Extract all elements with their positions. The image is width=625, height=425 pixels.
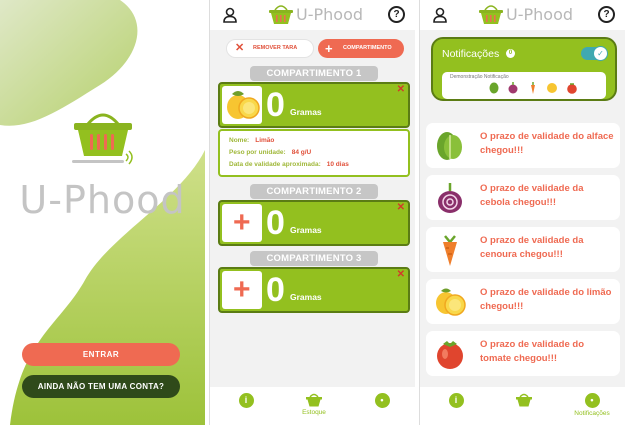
lettuce-icon[interactable]	[488, 81, 500, 94]
info-icon: i	[238, 393, 254, 408]
detail-name: Nome: Limão	[229, 137, 275, 144]
app-title: U-Phood	[19, 178, 186, 222]
signup-button[interactable]: AINDA NÃO TEM UMA CONTA?	[22, 375, 180, 398]
lemon-icon	[227, 91, 260, 119]
detail-weight: Peso por unidade: 84 g/U	[229, 149, 312, 156]
login-button[interactable]: ENTRAR	[22, 343, 180, 366]
lemon-icon[interactable]	[546, 81, 558, 93]
remove-tare-label: REMOVER TARA	[253, 45, 298, 51]
nav-notifications[interactable]: • Notificações	[562, 393, 622, 417]
tomato-icon	[437, 341, 463, 369]
info-icon: i	[448, 393, 464, 408]
lettuce-icon	[437, 132, 462, 160]
compartment-card[interactable]: + 0 Gramas ✕	[218, 267, 410, 313]
demo-label: Demonstração Notificação	[450, 74, 509, 80]
compartment-image	[222, 86, 262, 124]
notification-count-badge: 0	[506, 49, 515, 58]
alert-text: O prazo de validade da cebola chegou!!!	[480, 183, 584, 208]
carrot-icon	[443, 235, 457, 266]
plus-icon: +	[325, 41, 333, 56]
app-header: U-Phood ?	[420, 0, 625, 30]
expiry-alert[interactable]: O prazo de validade do tomate chegou!!!	[426, 331, 620, 376]
nav-info[interactable]: i	[216, 393, 276, 408]
help-icon[interactable]: ?	[388, 6, 405, 23]
nav-info[interactable]: i	[426, 393, 486, 408]
close-icon: ✕	[235, 42, 245, 54]
detail-expiry: Data de validade aproximada: 10 dias	[229, 161, 349, 168]
basket-logo-icon	[269, 5, 293, 24]
lemon-icon	[436, 288, 466, 316]
nav-notifications[interactable]: •	[352, 393, 412, 408]
onion-icon	[438, 183, 462, 213]
nav-notifications-label: Notificações	[574, 410, 610, 417]
close-icon[interactable]: ✕	[397, 84, 405, 95]
nav-stock-label: Estoque	[302, 409, 326, 416]
remove-tare-button[interactable]: ✕ REMOVER TARA	[226, 39, 314, 58]
compartment-label: COMPARTIMENTO 1	[250, 66, 378, 81]
compartment-weight: 0	[266, 271, 285, 309]
compartment-label: COMPARTIMENTO 3	[250, 251, 378, 266]
check-icon: ✓	[593, 46, 608, 61]
notifications-screen: U-Phood ? Notificações 0 ✓ Demonstração …	[419, 0, 625, 425]
demo-notification-strip[interactable]: Demonstração Notificação	[442, 72, 606, 99]
close-icon[interactable]: ✕	[397, 269, 405, 280]
basket-logo-icon	[72, 113, 133, 165]
bell-icon: •	[374, 393, 390, 408]
expiry-alert[interactable]: O prazo de validade do alface chegou!!!	[426, 123, 620, 168]
onion-icon[interactable]	[507, 81, 519, 94]
user-icon[interactable]	[222, 7, 238, 23]
compartment-weight: 0	[266, 204, 285, 242]
compartment-detail: Nome: Limão Peso por unidade: 84 g/U Data …	[218, 129, 410, 177]
carrot-icon[interactable]	[527, 81, 539, 94]
demo-icons	[488, 81, 581, 99]
compartment-card[interactable]: 0 Gramas ✕	[218, 82, 410, 128]
alert-text: O prazo de validade do alface chegou!!!	[480, 131, 614, 156]
notification-settings-card: Notificações 0 ✓ Demonstração Notificaçã…	[431, 37, 617, 101]
bottom-nav: i • Notificações	[420, 387, 625, 425]
compartment-card[interactable]: + 0 Gramas ✕	[218, 200, 410, 246]
expiry-alert[interactable]: O prazo de validade do limão chegou!!!	[426, 279, 620, 324]
header-title: U-Phood	[506, 5, 574, 24]
nav-stock[interactable]	[494, 393, 554, 407]
expiry-alert[interactable]: O prazo de validade da cenoura chegou!!!	[426, 227, 620, 272]
bell-icon: •	[584, 393, 600, 408]
compartment-unit: Gramas	[290, 107, 322, 117]
basket-logo-icon	[479, 5, 503, 24]
basket-icon	[516, 393, 532, 407]
welcome-screen: U-Phood ENTRAR AINDA NÃO TEM UMA CONTA?	[0, 0, 205, 425]
compartment-unit: Gramas	[290, 225, 322, 235]
add-icon: +	[233, 273, 251, 306]
compartment-unit: Gramas	[290, 292, 322, 302]
tomato-icon[interactable]	[566, 81, 578, 94]
compartment-label: COMPARTIMENTO 2	[250, 184, 378, 199]
user-icon[interactable]	[432, 7, 448, 23]
inventory-screen: U-Phood ? ✕ REMOVER TARA + COMPARTIMENTO…	[209, 0, 415, 425]
expiry-alert[interactable]: O prazo de validade da cebola chegou!!!	[426, 175, 620, 220]
app-header: U-Phood ?	[210, 0, 415, 30]
add-compartment-button[interactable]: + COMPARTIMENTO	[318, 39, 404, 58]
add-item-slot[interactable]: +	[222, 204, 262, 242]
add-icon: +	[233, 206, 251, 239]
nav-stock[interactable]: Estoque	[284, 393, 344, 416]
bottom-nav: i Estoque •	[210, 387, 415, 425]
add-item-slot[interactable]: +	[222, 271, 262, 309]
alert-text: O prazo de validade do tomate chegou!!!	[480, 339, 584, 364]
notifications-toggle[interactable]: ✓	[581, 46, 608, 61]
notifications-title: Notificações	[442, 48, 500, 60]
add-compartment-label: COMPARTIMENTO	[343, 45, 392, 51]
action-bar: ✕ REMOVER TARA + COMPARTIMENTO	[226, 39, 404, 59]
header-title: U-Phood	[296, 5, 364, 24]
alert-text: O prazo de validade da cenoura chegou!!!	[480, 235, 584, 260]
compartment-weight: 0	[266, 86, 285, 124]
help-icon[interactable]: ?	[598, 6, 615, 23]
basket-icon	[306, 393, 322, 407]
close-icon[interactable]: ✕	[397, 202, 405, 213]
alert-text: O prazo de validade do limão chegou!!!	[480, 287, 612, 312]
